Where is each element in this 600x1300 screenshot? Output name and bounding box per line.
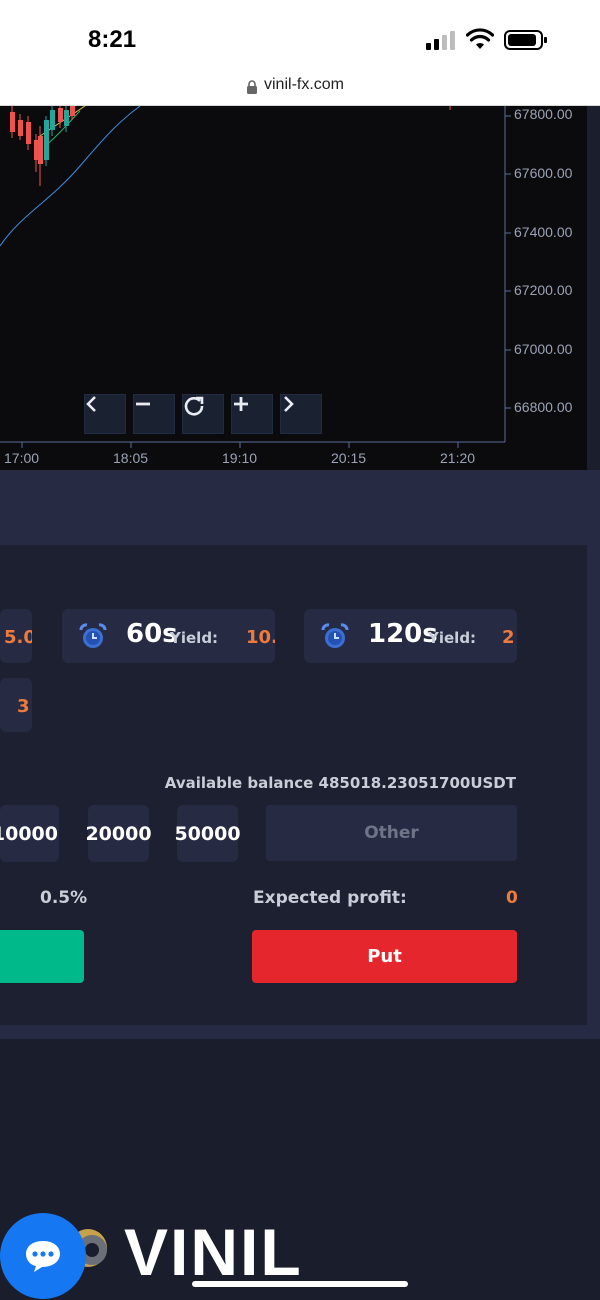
x-tick-label: 18:05 <box>113 450 149 466</box>
price-chart[interactable]: 67800.00 67600.00 67400.00 67200.00 6700… <box>0 106 587 470</box>
status-time: 8:21 <box>88 26 137 53</box>
plus-icon <box>234 397 248 411</box>
status-bar: 8:21 <box>0 0 600 70</box>
refresh-icon <box>184 396 204 416</box>
fee-rate: 0.5% <box>40 888 88 908</box>
expected-profit-value: 0 <box>506 888 518 908</box>
chart-zoom-out-button[interactable] <box>133 394 175 434</box>
panel-edge <box>587 545 600 1040</box>
browser-url-bar[interactable]: vinil-fx.com <box>0 70 600 106</box>
panel-bottom-border <box>0 1025 600 1039</box>
url-text: vinil-fx.com <box>264 76 345 93</box>
expected-profit-label: Expected profit: <box>253 888 407 908</box>
y-tick-label: 67200.00 <box>514 282 573 298</box>
period-card-60s[interactable]: 60s Yield: 10. <box>62 609 275 663</box>
x-tick-label: 17:00 <box>4 450 40 466</box>
amount-option-50000[interactable]: 50000 <box>174 805 241 862</box>
section-header-band <box>0 470 600 545</box>
chat-bubble-icon <box>26 1241 60 1272</box>
yield-value: 3 <box>17 696 30 717</box>
y-tick-label: 67800.00 <box>514 106 573 122</box>
lock-icon <box>247 80 257 94</box>
available-balance: Available balance 485018.23051700USDT <box>164 774 516 792</box>
footer-logo-text: VINIL <box>124 1215 303 1289</box>
wifi-icon <box>466 28 494 49</box>
chart-next-button[interactable] <box>280 394 322 434</box>
amount-other-button[interactable]: Other <box>266 805 517 861</box>
x-tick-label: 19:10 <box>222 450 258 466</box>
amount-option-20000[interactable]: 20000 <box>85 805 152 862</box>
battery-icon <box>504 30 547 50</box>
amount-option-10000[interactable]: 10000 <box>0 805 59 862</box>
yield-label: Yield: <box>428 629 477 647</box>
period-card[interactable]: 3 <box>0 678 32 732</box>
home-indicator <box>192 1281 408 1287</box>
chart-reset-button[interactable] <box>182 394 224 434</box>
yield-value: 10. <box>246 627 275 648</box>
chat-support-button[interactable] <box>0 1213 86 1299</box>
x-tick-label: 21:20 <box>440 450 476 466</box>
period-card-120s[interactable]: 120s Yield: 2 <box>304 609 517 663</box>
y-tick-label: 66800.00 <box>514 399 573 415</box>
x-tick-label: 20:15 <box>331 450 367 466</box>
chart-zoom-in-button[interactable] <box>231 394 273 434</box>
signal-icon <box>426 30 458 50</box>
alarm-clock-icon <box>321 623 349 648</box>
chevron-right-icon <box>284 396 294 412</box>
yield-value: 5.0 <box>4 627 32 648</box>
chart-prev-button[interactable] <box>84 394 126 434</box>
call-button[interactable] <box>0 930 84 983</box>
y-tick-label: 67000.00 <box>514 341 573 357</box>
period-card[interactable]: 5.0 <box>0 609 32 663</box>
yield-value: 2 <box>502 627 515 648</box>
y-tick-label: 67400.00 <box>514 224 573 240</box>
minus-icon <box>136 402 150 406</box>
alarm-clock-icon <box>79 623 107 648</box>
yield-label: Yield: <box>170 629 219 647</box>
chevron-left-icon <box>86 396 96 412</box>
put-button[interactable]: Put <box>252 930 517 983</box>
y-tick-label: 67600.00 <box>514 165 573 181</box>
